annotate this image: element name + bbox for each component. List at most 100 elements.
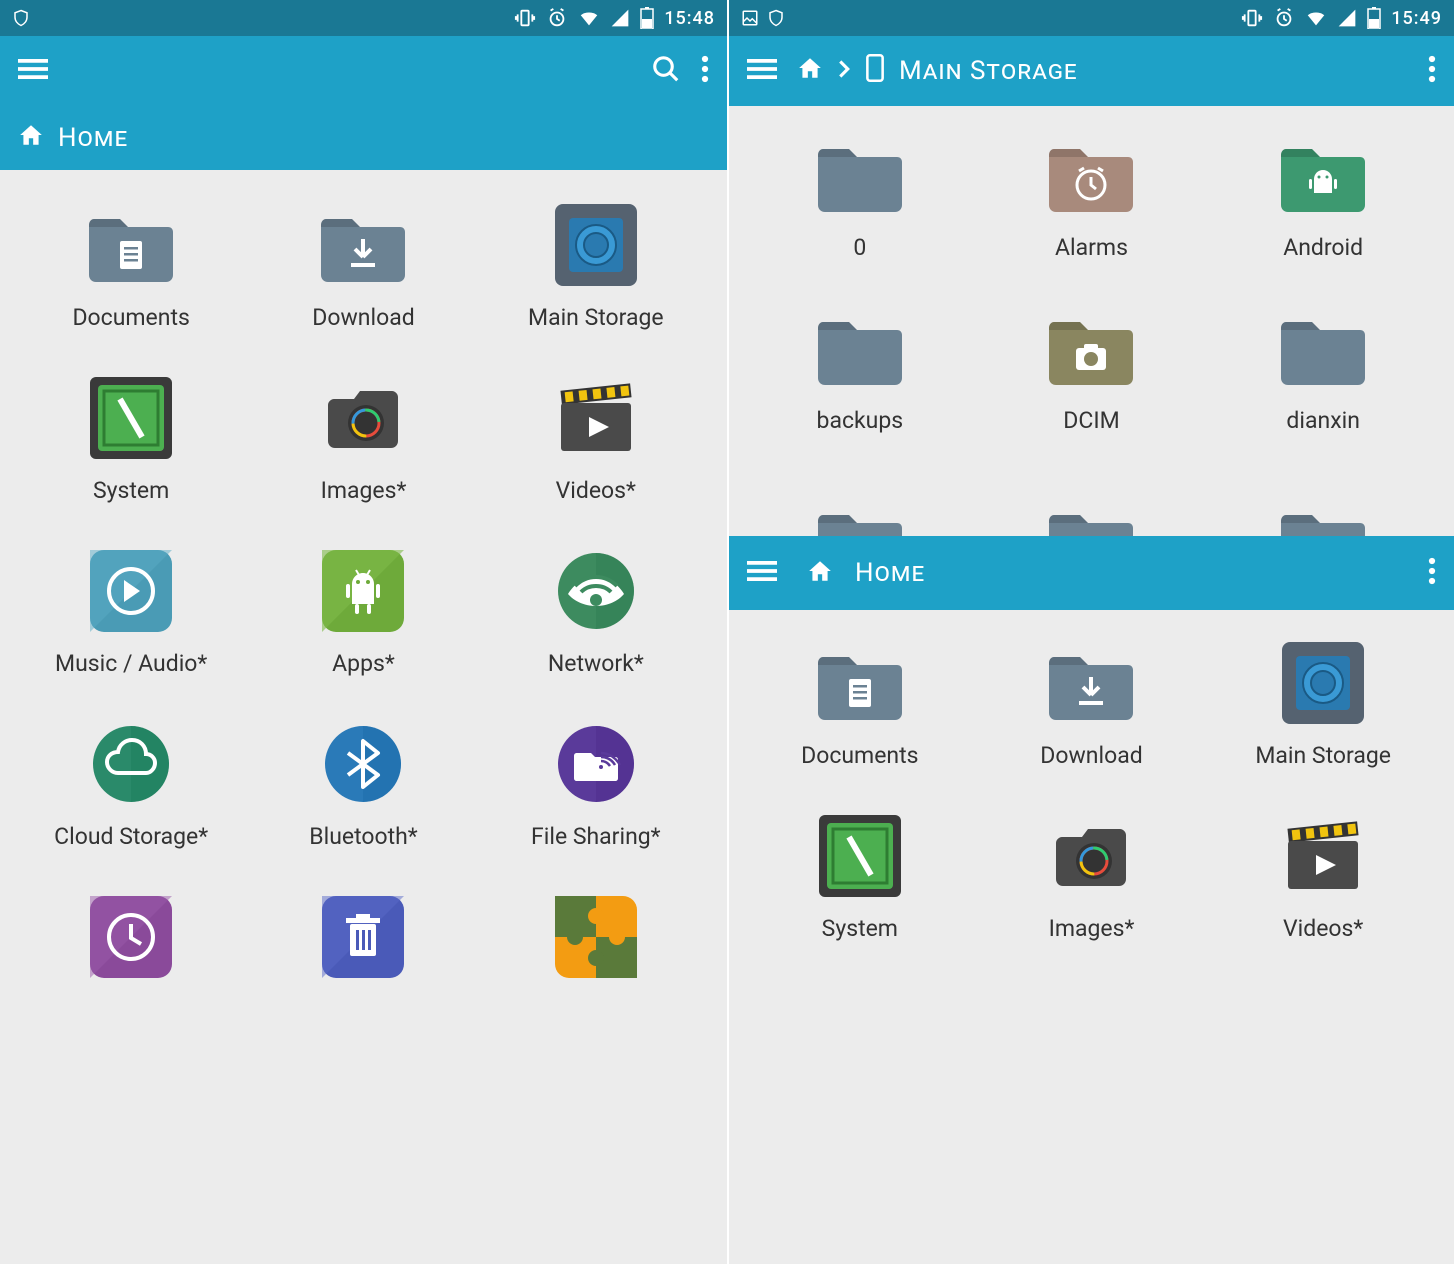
folder-partial-icon bbox=[815, 476, 905, 536]
alarm-icon bbox=[546, 7, 568, 29]
grid-item-backups[interactable]: backups bbox=[749, 303, 971, 434]
item-label: Main Storage bbox=[1255, 742, 1391, 769]
grid-item-documents[interactable]: Documents bbox=[749, 638, 971, 769]
storage-icon bbox=[1278, 638, 1368, 728]
music-icon bbox=[86, 546, 176, 636]
overflow-icon[interactable] bbox=[1428, 54, 1436, 88]
overflow-icon[interactable] bbox=[701, 54, 709, 88]
folder-doc-icon bbox=[86, 200, 176, 290]
grid-item-cloud-storage-[interactable]: Cloud Storage* bbox=[20, 719, 242, 850]
images-icon bbox=[318, 373, 408, 463]
grid-item-alarms[interactable]: Alarms bbox=[981, 130, 1203, 261]
grid-item-bluetooth-[interactable]: Bluetooth* bbox=[252, 719, 474, 850]
folder-partial-icon bbox=[1278, 476, 1368, 536]
folder-android-icon bbox=[1278, 130, 1368, 220]
folder-download-icon bbox=[1046, 638, 1136, 728]
app-bar: Main Storage bbox=[729, 36, 1454, 106]
breadcrumb: Main Storage bbox=[797, 54, 1078, 88]
chevron-right-icon bbox=[837, 57, 851, 85]
grid-item-recent[interactable] bbox=[20, 892, 242, 982]
item-label: Bluetooth* bbox=[309, 823, 417, 850]
shield-icon bbox=[12, 9, 30, 27]
folder-icon bbox=[1278, 303, 1368, 393]
grid-item-download[interactable]: Download bbox=[981, 638, 1203, 769]
grid-item-dcim[interactable]: DCIM bbox=[981, 303, 1203, 434]
grid-item-apps-[interactable]: Apps* bbox=[252, 546, 474, 677]
grid-item-trash[interactable] bbox=[252, 892, 474, 982]
phone-right: 15:49 Main Storage 0 Alarms Android back… bbox=[727, 0, 1454, 1264]
grid-item-main-storage[interactable]: Main Storage bbox=[485, 200, 707, 331]
grid-item-file-sharing-[interactable]: File Sharing* bbox=[485, 719, 707, 850]
system-icon bbox=[815, 811, 905, 901]
status-time: 15:49 bbox=[1391, 8, 1442, 29]
item-label: backups bbox=[817, 407, 904, 434]
item-label: dianxin bbox=[1286, 407, 1359, 434]
item-label: System bbox=[822, 915, 898, 942]
grid-item-videos-[interactable]: Videos* bbox=[485, 373, 707, 504]
item-label: Android bbox=[1283, 234, 1363, 261]
secondary-title[interactable]: Home bbox=[855, 558, 925, 588]
videos-icon bbox=[551, 373, 641, 463]
trash-icon bbox=[318, 892, 408, 982]
grid-item-dianxin[interactable]: dianxin bbox=[1212, 303, 1434, 434]
grid-item-system[interactable]: System bbox=[20, 373, 242, 504]
menu-icon[interactable] bbox=[18, 54, 48, 88]
image-icon bbox=[741, 9, 759, 27]
videos-icon bbox=[1278, 811, 1368, 901]
grid-item-0[interactable]: 0 bbox=[749, 130, 971, 261]
grid-item-images-[interactable]: Images* bbox=[981, 811, 1203, 942]
item-label: Cloud Storage* bbox=[54, 823, 208, 850]
folder-doc-icon bbox=[815, 638, 905, 728]
home-icon[interactable] bbox=[797, 55, 823, 87]
menu-icon[interactable] bbox=[747, 556, 777, 590]
grid-item-system[interactable]: System bbox=[749, 811, 971, 942]
item-label: Videos* bbox=[1283, 915, 1363, 942]
grid-item-network-[interactable]: Network* bbox=[485, 546, 707, 677]
storage-pane: 0 Alarms Android backups DCIM dianxin bbox=[729, 106, 1454, 536]
breadcrumb-current[interactable]: Main Storage bbox=[899, 56, 1078, 86]
folder-download-icon bbox=[318, 200, 408, 290]
status-time: 15:48 bbox=[664, 8, 715, 29]
status-bar: 15:49 bbox=[729, 0, 1454, 36]
grid-item-folder-partial[interactable] bbox=[1212, 476, 1434, 536]
home-icon[interactable] bbox=[807, 558, 833, 588]
shield-icon bbox=[767, 9, 785, 27]
storage-icon bbox=[551, 200, 641, 290]
grid-item-folder-partial[interactable] bbox=[981, 476, 1203, 536]
item-label: Main Storage bbox=[528, 304, 664, 331]
wifi-icon bbox=[578, 7, 600, 29]
home-icon[interactable] bbox=[18, 122, 44, 155]
signal-icon bbox=[610, 8, 630, 28]
bluetooth-icon bbox=[318, 719, 408, 809]
folder-icon bbox=[815, 130, 905, 220]
grid-item-videos-[interactable]: Videos* bbox=[1212, 811, 1434, 942]
grid-item-download[interactable]: Download bbox=[252, 200, 474, 331]
grid-item-android[interactable]: Android bbox=[1212, 130, 1434, 261]
search-icon[interactable] bbox=[651, 54, 681, 88]
battery-icon bbox=[640, 7, 654, 29]
item-label: Apps* bbox=[332, 650, 395, 677]
grid-item-folder-partial[interactable] bbox=[749, 476, 971, 536]
grid-item-music-audio-[interactable]: Music / Audio* bbox=[20, 546, 242, 677]
item-label: Documents bbox=[72, 304, 189, 331]
breadcrumb-home[interactable]: Home bbox=[58, 123, 128, 153]
folder-dcim-icon bbox=[1046, 303, 1136, 393]
app-bar bbox=[0, 36, 727, 106]
grid-item-images-[interactable]: Images* bbox=[252, 373, 474, 504]
folder-icon bbox=[815, 303, 905, 393]
wifi-icon bbox=[1305, 7, 1327, 29]
grid-item-plugins[interactable] bbox=[485, 892, 707, 982]
menu-icon[interactable] bbox=[747, 54, 777, 88]
sharing-icon bbox=[551, 719, 641, 809]
alarm-icon bbox=[1273, 7, 1295, 29]
phone-icon bbox=[865, 54, 885, 88]
network-icon bbox=[551, 546, 641, 636]
vibrate-icon bbox=[1241, 7, 1263, 29]
grid-item-main-storage[interactable]: Main Storage bbox=[1212, 638, 1434, 769]
folder-alarm-icon bbox=[1046, 130, 1136, 220]
cloud-icon bbox=[86, 719, 176, 809]
item-label: 0 bbox=[853, 234, 866, 261]
item-label: Images* bbox=[1049, 915, 1135, 942]
grid-item-documents[interactable]: Documents bbox=[20, 200, 242, 331]
overflow-icon[interactable] bbox=[1428, 556, 1436, 590]
